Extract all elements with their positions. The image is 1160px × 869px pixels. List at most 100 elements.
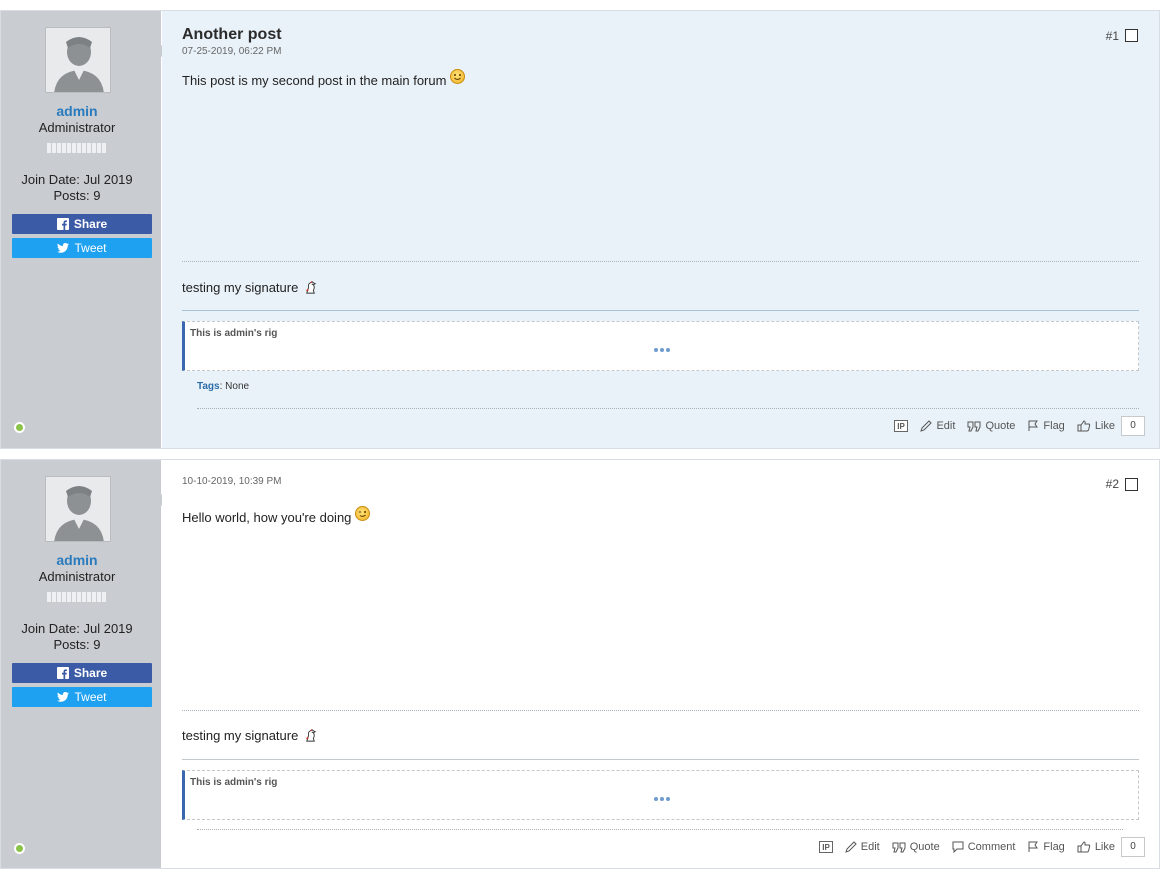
quote-label: Quote xyxy=(985,420,1016,432)
signature: testing my signature xyxy=(182,728,318,743)
rig-title: This is admin's rig xyxy=(190,777,278,788)
rig-separator xyxy=(182,310,1139,311)
signature: testing my signature xyxy=(182,280,318,295)
rooster-icon xyxy=(306,728,317,742)
like-label: Like xyxy=(1094,420,1115,432)
post-actions: IP Edit Quote Flag Like 0 xyxy=(894,416,1145,436)
comment-button[interactable]: Comment xyxy=(952,841,1016,853)
quote-icon xyxy=(967,421,981,431)
pencil-icon xyxy=(920,420,933,432)
comment-label: Comment xyxy=(967,841,1016,853)
comment-icon xyxy=(952,841,964,853)
online-status-icon xyxy=(14,843,25,854)
username[interactable]: admin xyxy=(1,103,153,119)
default-avatar-icon xyxy=(54,486,104,541)
post-body: Hello world, how you're doing xyxy=(182,506,371,525)
wink-icon xyxy=(355,506,371,521)
expand-more-icon[interactable] xyxy=(653,797,670,801)
ip-icon: IP xyxy=(894,420,909,432)
twitter-icon xyxy=(57,692,70,702)
tags-label: Tags xyxy=(197,381,220,392)
reputation-bar xyxy=(47,143,107,153)
post-count: Posts: 9 xyxy=(53,188,101,203)
ip-icon: IP xyxy=(818,841,833,853)
post-content: Another post 07-25-2019, 06:22 PM #1 Thi… xyxy=(162,11,1159,448)
tweet-label: Tweet xyxy=(74,241,107,255)
post-2: admin Administrator Join Date: Jul 2019 … xyxy=(0,459,1160,869)
svg-text:IP: IP xyxy=(898,422,906,431)
tags-value: : None xyxy=(219,381,250,392)
post-number-link[interactable]: #1 xyxy=(1106,29,1119,43)
post-body-text: This post is my second post in the main … xyxy=(182,73,447,88)
like-count: 0 xyxy=(1121,837,1145,857)
signature-text: testing my signature xyxy=(182,280,299,295)
user-title: Administrator xyxy=(38,569,116,584)
username[interactable]: admin xyxy=(1,552,153,568)
user-title: Administrator xyxy=(38,120,116,135)
flag-button[interactable]: Flag xyxy=(1027,420,1065,432)
join-date: Join Date: Jul 2019 xyxy=(21,621,133,636)
tweet-button[interactable]: Tweet xyxy=(12,238,152,258)
ip-button[interactable]: IP xyxy=(818,841,833,853)
smile-icon xyxy=(450,69,466,84)
signature-separator xyxy=(182,261,1139,262)
flag-icon xyxy=(1028,841,1039,852)
signature-text: testing my signature xyxy=(182,728,299,743)
post-number-link[interactable]: #2 xyxy=(1106,477,1119,491)
share-label: Share xyxy=(73,217,108,231)
facebook-icon xyxy=(56,218,69,230)
tags: Tags: None xyxy=(197,381,249,392)
reputation-bar xyxy=(47,592,107,602)
facebook-share-button[interactable]: Share xyxy=(12,663,152,683)
post-select-checkbox[interactable] xyxy=(1125,478,1138,491)
tweet-button[interactable]: Tweet xyxy=(12,687,152,707)
post-1: admin Administrator Join Date: Jul 2019 … xyxy=(0,10,1160,449)
rooster-icon xyxy=(306,280,317,294)
post-body-text: Hello world, how you're doing xyxy=(182,510,352,525)
user-info-panel: admin Administrator Join Date: Jul 2019 … xyxy=(1,11,169,448)
rig-box[interactable]: This is admin's rig xyxy=(182,321,1139,371)
like-count: 0 xyxy=(1121,416,1145,436)
flag-icon xyxy=(1028,420,1039,431)
tweet-label: Tweet xyxy=(74,690,107,704)
rig-title: This is admin's rig xyxy=(190,328,278,339)
flag-button[interactable]: Flag xyxy=(1027,841,1065,853)
like-button[interactable]: Like xyxy=(1077,841,1115,853)
edit-label: Edit xyxy=(860,841,880,853)
flag-label: Flag xyxy=(1043,420,1065,432)
join-date: Join Date: Jul 2019 xyxy=(21,172,133,187)
signature-separator xyxy=(182,710,1139,711)
rig-box[interactable]: This is admin's rig xyxy=(182,770,1139,820)
edit-button[interactable]: Edit xyxy=(844,841,880,853)
quote-icon xyxy=(892,842,906,852)
svg-text:IP: IP xyxy=(822,843,830,852)
post-count: Posts: 9 xyxy=(53,637,101,652)
like-button[interactable]: Like xyxy=(1077,420,1115,432)
ip-button[interactable]: IP xyxy=(894,420,909,432)
rig-separator xyxy=(182,759,1139,760)
facebook-share-button[interactable]: Share xyxy=(12,214,152,234)
post-content: 10-10-2019, 10:39 PM #2 Hello world, how… xyxy=(162,460,1159,868)
actions-separator xyxy=(197,408,1139,409)
quote-label: Quote xyxy=(909,841,940,853)
online-status-icon xyxy=(14,422,25,433)
actions-separator xyxy=(197,829,1123,830)
edit-button[interactable]: Edit xyxy=(920,420,955,432)
quote-button[interactable]: Quote xyxy=(967,420,1015,432)
edit-label: Edit xyxy=(936,420,956,432)
post-date: 07-25-2019, 06:22 PM xyxy=(182,46,282,57)
post-date: 10-10-2019, 10:39 PM xyxy=(182,476,282,487)
thumbs-up-icon xyxy=(1077,841,1090,853)
quote-button[interactable]: Quote xyxy=(892,841,940,853)
pencil-icon xyxy=(844,841,857,853)
post-title: Another post xyxy=(182,26,282,43)
thumbs-up-icon xyxy=(1077,420,1090,432)
share-label: Share xyxy=(73,666,108,680)
facebook-icon xyxy=(56,667,69,679)
avatar[interactable] xyxy=(45,476,111,542)
post-actions: IP Edit Quote Comment Flag Like 0 xyxy=(818,837,1145,857)
expand-more-icon[interactable] xyxy=(653,348,670,352)
avatar[interactable] xyxy=(45,27,111,93)
post-select-checkbox[interactable] xyxy=(1125,29,1138,42)
post-body: This post is my second post in the main … xyxy=(182,69,466,88)
